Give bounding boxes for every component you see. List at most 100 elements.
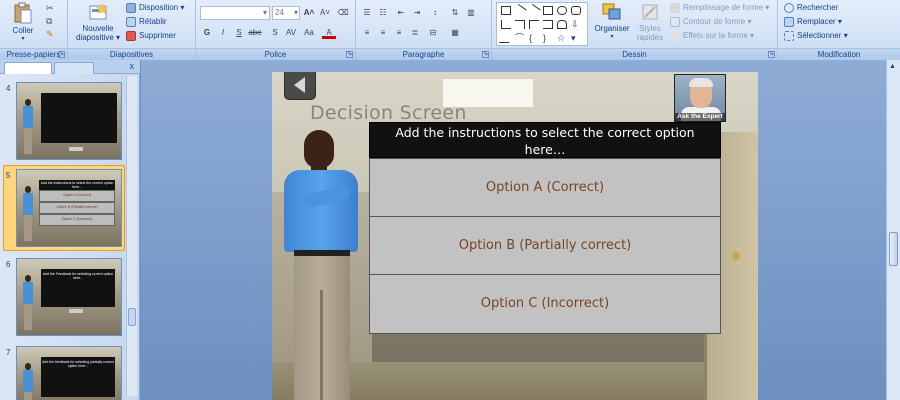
text-direction-icon[interactable]: ⇅ bbox=[448, 6, 462, 19]
curve-shape-icon[interactable] bbox=[498, 34, 514, 43]
panel-scrollbar[interactable] bbox=[126, 76, 137, 396]
rect2-shape-icon[interactable] bbox=[543, 6, 553, 15]
close-panel-icon[interactable]: x bbox=[130, 61, 135, 71]
columns-icon[interactable]: ▥ bbox=[464, 6, 478, 19]
connector-shape-icon[interactable] bbox=[529, 20, 539, 29]
line-spacing-icon[interactable]: ↕ bbox=[428, 6, 442, 19]
character-figure bbox=[23, 186, 33, 242]
oval-shape-icon[interactable] bbox=[557, 6, 567, 15]
back-button[interactable] bbox=[284, 72, 316, 100]
align-right-icon[interactable]: ≡ bbox=[392, 26, 406, 39]
italic-icon[interactable]: I bbox=[216, 26, 230, 39]
align-left-icon[interactable]: ≡ bbox=[360, 26, 374, 39]
justify-icon[interactable]: ≣ bbox=[408, 26, 422, 39]
more-shapes-icon[interactable]: ▾ bbox=[571, 34, 581, 43]
slides-group-label: Diapositives bbox=[68, 48, 195, 60]
arc-shape-icon[interactable] bbox=[557, 20, 567, 29]
ask-the-expert-button[interactable]: Ask the Expert bbox=[674, 74, 726, 122]
select-button[interactable]: Sélectionner ▾ bbox=[784, 29, 848, 42]
numbering-icon[interactable]: ☷ bbox=[376, 6, 390, 19]
reset-button[interactable]: Rétablir bbox=[126, 15, 167, 28]
shadow-icon[interactable]: S bbox=[268, 26, 282, 39]
slide-thumbnail-7[interactable]: Add the feedback for selecting partially… bbox=[16, 346, 122, 400]
new-slide-button[interactable]: Nouvelle diapositive ▾ bbox=[74, 2, 122, 42]
option-b-button[interactable]: Option B (Partially correct) bbox=[370, 217, 720, 275]
bracket-shape-icon[interactable] bbox=[543, 20, 553, 29]
scroll-up-icon[interactable]: ▲ bbox=[889, 63, 896, 70]
thumbnail-option: Option B (Partially correct) bbox=[39, 202, 115, 214]
shape-outline-button[interactable]: Contour de forme ▾ bbox=[670, 15, 752, 28]
paragraph-group-label: Paragraphe bbox=[356, 48, 491, 60]
triangle-shape-icon[interactable] bbox=[501, 20, 511, 29]
brace-shape-icon[interactable]: { bbox=[529, 34, 539, 43]
font-launcher-icon[interactable]: ↘ bbox=[346, 51, 353, 58]
slides-panel: x 4 5 Add the instructions to select the… bbox=[0, 60, 140, 400]
delete-label: Supprimer bbox=[139, 31, 176, 40]
quick-styles-label-2: rapides bbox=[636, 33, 664, 42]
format-painter-icon[interactable]: ✎ bbox=[46, 29, 54, 40]
down-arrow-shape-icon[interactable]: ⇩ bbox=[571, 20, 581, 29]
curly-shape-icon[interactable]: ⌒ bbox=[515, 34, 525, 43]
line-shape-icon[interactable] bbox=[513, 3, 527, 18]
effects-icon bbox=[670, 30, 680, 41]
align-text-icon[interactable]: ⊟ bbox=[426, 26, 440, 39]
change-case-icon[interactable]: Aa bbox=[302, 26, 316, 39]
option-a-button[interactable]: Option A (Correct) bbox=[370, 159, 720, 217]
editor-scrollbar[interactable]: ▲ bbox=[886, 60, 900, 400]
slides-group: Nouvelle diapositive ▾ Disposition ▾ Rét… bbox=[68, 0, 196, 60]
arrow-shape-icon[interactable] bbox=[527, 3, 541, 18]
copy-icon[interactable]: ⧉ bbox=[46, 16, 52, 27]
panel-scroll-thumb[interactable] bbox=[128, 308, 136, 326]
replace-button[interactable]: Remplacer ▾ bbox=[784, 15, 842, 28]
elbow-shape-icon[interactable] bbox=[515, 20, 525, 29]
font-color-icon[interactable]: A bbox=[322, 26, 336, 39]
font-name-box[interactable]: ▾ bbox=[200, 6, 270, 20]
strike-icon[interactable]: abe bbox=[248, 26, 262, 39]
drawing-launcher-icon[interactable]: ↘ bbox=[768, 51, 775, 58]
slide-thumbnail-6[interactable]: Add the Feedback for selecting correct o… bbox=[16, 258, 122, 336]
rectangle-shape-icon[interactable] bbox=[501, 6, 511, 15]
increase-indent-icon[interactable]: ⇥ bbox=[410, 6, 424, 19]
find-button[interactable]: Rechercher bbox=[784, 1, 838, 14]
thumbnail-number: 7 bbox=[6, 348, 11, 357]
brace2-shape-icon[interactable]: } bbox=[543, 34, 553, 43]
rounded-rect-shape-icon[interactable] bbox=[571, 6, 581, 15]
option-c-button[interactable]: Option C (Incorrect) bbox=[370, 275, 720, 333]
reset-icon bbox=[126, 16, 136, 27]
underline-icon[interactable]: S bbox=[232, 26, 246, 39]
paste-button[interactable]: Coller ▾ bbox=[8, 2, 38, 44]
thumbnail-number: 6 bbox=[6, 260, 11, 269]
delete-slide-button[interactable]: Supprimer bbox=[126, 29, 176, 42]
shape-effects-button[interactable]: Effets sur la forme ▾ bbox=[670, 29, 754, 42]
char-spacing-icon[interactable]: AV bbox=[284, 26, 298, 39]
slide-thumbnail-5[interactable]: Add the instructions to select the corre… bbox=[16, 169, 122, 247]
font-size-value: 24 bbox=[275, 8, 284, 17]
grow-font-icon[interactable]: A˄ bbox=[302, 6, 316, 19]
layout-label: Disposition bbox=[139, 3, 179, 12]
cut-icon[interactable]: ✂ bbox=[46, 3, 54, 14]
decrease-indent-icon[interactable]: ⇤ bbox=[394, 6, 408, 19]
paragraph-launcher-icon[interactable]: ↘ bbox=[482, 51, 489, 58]
clipboard-launcher-icon[interactable]: ↘ bbox=[58, 51, 65, 58]
quick-styles-button[interactable]: Styles rapides bbox=[632, 2, 668, 42]
slide-canvas[interactable]: Decision Screen Ask the Expert Add the i… bbox=[272, 72, 758, 400]
arrange-label: Organiser bbox=[594, 24, 630, 33]
bold-icon[interactable]: G bbox=[200, 26, 214, 39]
star-shape-icon[interactable]: ☆ bbox=[557, 34, 567, 43]
align-center-icon[interactable]: ≡ bbox=[376, 26, 390, 39]
arrange-button[interactable]: Organiser ▾ bbox=[592, 2, 632, 42]
shape-fill-button[interactable]: Remplissage de forme ▾ bbox=[670, 1, 769, 14]
find-label: Rechercher bbox=[797, 3, 839, 12]
editor-scroll-thumb[interactable] bbox=[889, 232, 898, 266]
slide-thumbnail-4[interactable] bbox=[16, 82, 122, 160]
shapes-gallery[interactable]: ⇩ ⌒ { } ☆ ▾ bbox=[496, 2, 588, 46]
new-slide-icon bbox=[89, 3, 108, 20]
smartart-icon[interactable]: ▦ bbox=[448, 26, 462, 39]
clear-format-icon[interactable]: ⌫ bbox=[336, 6, 350, 19]
tab-slides[interactable] bbox=[4, 62, 52, 74]
font-size-box[interactable]: 24 ▾ bbox=[272, 6, 300, 20]
shrink-font-icon[interactable]: A˅ bbox=[318, 6, 332, 19]
layout-button[interactable]: Disposition ▾ bbox=[126, 1, 184, 14]
tab-outline[interactable] bbox=[54, 62, 94, 74]
bullets-icon[interactable]: ☰ bbox=[360, 6, 374, 19]
